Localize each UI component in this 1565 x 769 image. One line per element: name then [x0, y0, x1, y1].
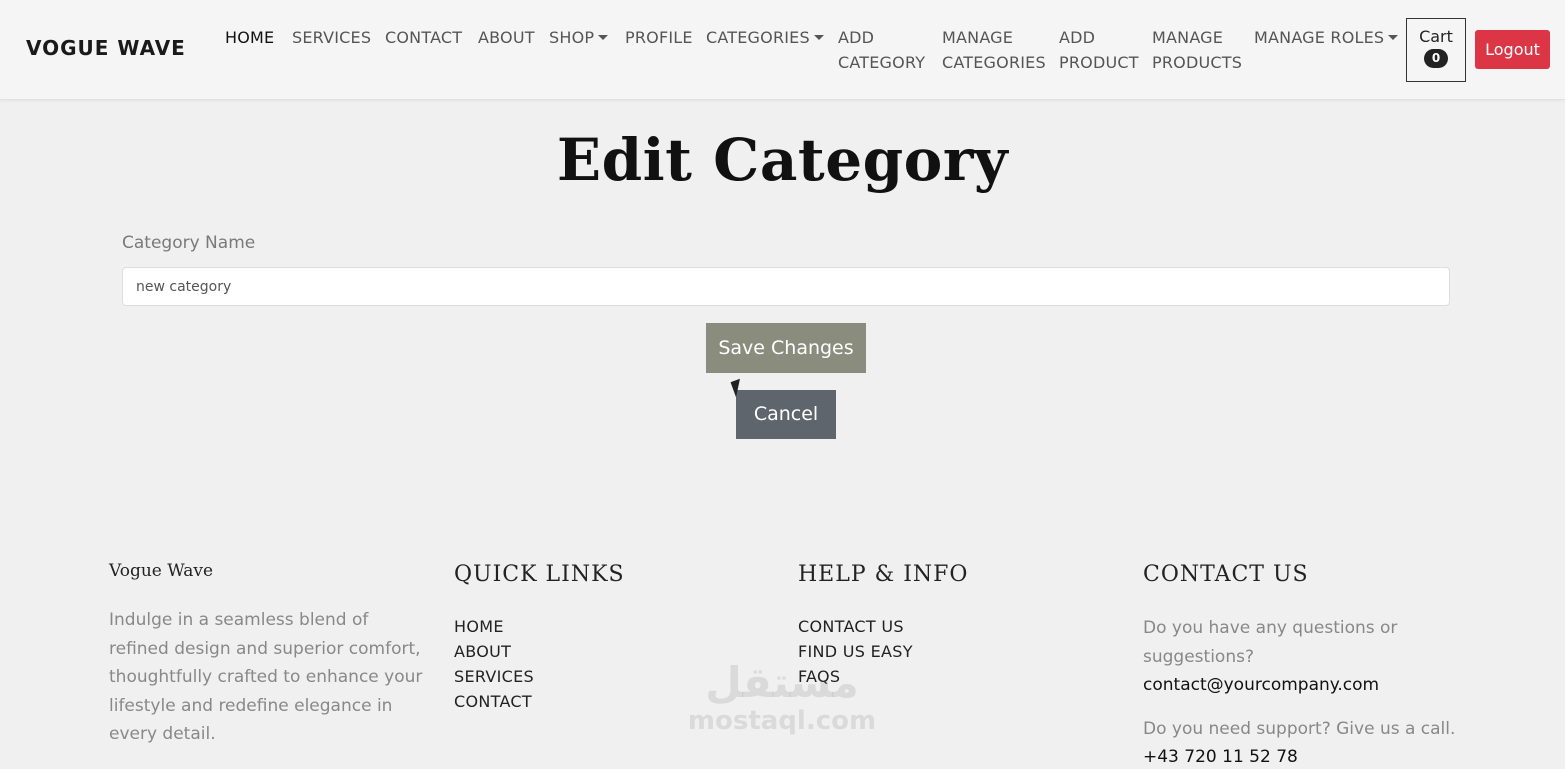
nav-contact[interactable]: CONTACT: [385, 25, 462, 50]
contact-question-text: Do you have any questions or suggestions…: [1143, 618, 1398, 667]
nav-home[interactable]: HOME: [225, 25, 274, 50]
watermark-latin: mostaql.com: [687, 706, 877, 736]
category-name-label: Category Name: [122, 233, 256, 253]
nav-manage-roles-dropdown[interactable]: MANAGE ROLES: [1254, 25, 1399, 50]
nav-manage-products-line2: PRODUCTS: [1152, 53, 1243, 72]
nav-add-product-line2: PRODUCT: [1059, 53, 1139, 72]
brand-logo[interactable]: VOGUE WAVE: [26, 36, 186, 60]
footer-link-home[interactable]: HOME: [454, 617, 504, 636]
help-info-heading: HELP & INFO: [798, 562, 969, 587]
nav-categories-label: CATEGORIES: [706, 28, 810, 47]
contact-phone-link[interactable]: +43 720 11 52 78: [1143, 747, 1298, 767]
nav-manage-products-line1: MANAGE: [1152, 28, 1224, 47]
nav-shop-dropdown[interactable]: SHOP: [549, 25, 609, 50]
cart-button[interactable]: Cart 0: [1406, 18, 1466, 82]
nav-manage-categories-line2: CATEGORIES: [942, 53, 1046, 72]
footer-description: Indulge in a seamless blend of refined d…: [109, 610, 423, 744]
nav-add-category-line1: ADD: [838, 28, 875, 47]
save-changes-button[interactable]: Save Changes: [706, 323, 866, 373]
contact-us-heading: CONTACT US: [1143, 562, 1309, 587]
cancel-button[interactable]: Cancel: [736, 390, 836, 439]
quick-links-heading: QUICK LINKS: [454, 562, 625, 587]
nav-add-product[interactable]: ADD PRODUCT: [1059, 25, 1139, 75]
cart-label: Cart: [1419, 27, 1453, 46]
page-title: Edit Category: [556, 126, 1009, 194]
watermark-arabic: مستقل: [705, 658, 859, 707]
mouse-cursor-icon: [730, 378, 746, 398]
nav-shop-label: SHOP: [549, 28, 595, 47]
nav-add-category[interactable]: ADD CATEGORY: [838, 25, 925, 75]
cart-count-badge: 0: [1424, 49, 1448, 68]
nav-profile[interactable]: PROFILE: [625, 25, 693, 50]
contact-support-text: Do you need support? Give us a call.: [1143, 719, 1456, 739]
caret-down-icon: [813, 35, 824, 40]
nav-manage-roles-label: MANAGE ROLES: [1254, 28, 1385, 47]
nav-manage-categories[interactable]: MANAGE CATEGORIES: [942, 25, 1046, 75]
nav-categories-dropdown[interactable]: CATEGORIES: [706, 25, 824, 50]
caret-down-icon: [598, 35, 609, 40]
category-name-input[interactable]: [122, 267, 1450, 306]
nav-add-product-line1: ADD: [1059, 28, 1096, 47]
logout-button[interactable]: Logout: [1475, 30, 1550, 69]
nav-services[interactable]: SERVICES: [292, 25, 371, 50]
footer-link-about[interactable]: ABOUT: [454, 642, 511, 661]
footer-link-contact[interactable]: CONTACT: [454, 692, 532, 711]
nav-manage-categories-line1: MANAGE: [942, 28, 1014, 47]
nav-manage-products[interactable]: MANAGE PRODUCTS: [1152, 25, 1242, 75]
contact-email-link[interactable]: contact@yourcompany.com: [1143, 675, 1379, 695]
nav-add-category-line2: CATEGORY: [838, 53, 926, 72]
watermark-logo: مستقل mostaql.com: [686, 658, 878, 737]
footer-brand: Vogue Wave: [109, 561, 214, 581]
caret-down-icon: [1388, 35, 1399, 40]
footer-link-contact-us[interactable]: CONTACT US: [798, 617, 904, 636]
navbar: VOGUE WAVE HOME SERVICES CONTACT ABOUT S…: [0, 0, 1565, 100]
footer-link-services[interactable]: SERVICES: [454, 667, 534, 686]
nav-about[interactable]: ABOUT: [478, 25, 535, 50]
